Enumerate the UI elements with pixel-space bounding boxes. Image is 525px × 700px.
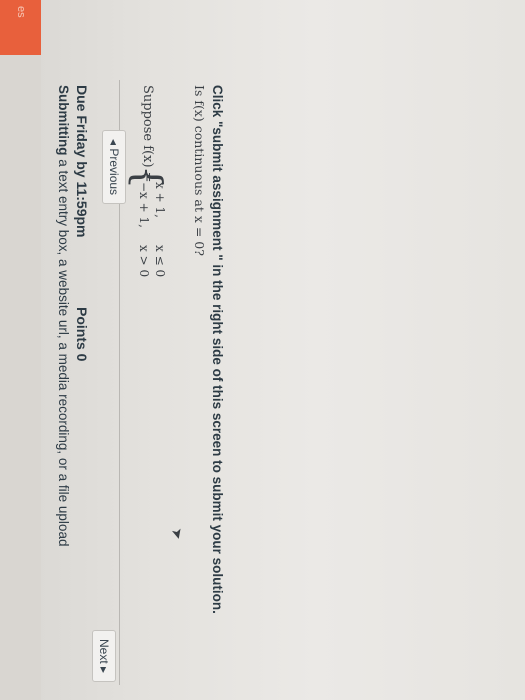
assignment-page: es Due Friday by 11:59pm Points 0 Submit… <box>0 0 525 700</box>
case1-expression: x + 1, <box>153 182 167 218</box>
active-nav-tab[interactable]: es <box>0 0 41 55</box>
points: Points 0 <box>74 307 90 362</box>
case2-condition: x > 0 <box>137 245 151 278</box>
next-button[interactable]: Next ▸ <box>92 630 116 683</box>
course-nav-strip <box>0 0 41 700</box>
submitting-text: a text entry box, a website url, a media… <box>56 155 71 547</box>
submitting-label: Submitting <box>56 85 71 156</box>
mouse-cursor-icon: ➤ <box>168 525 188 542</box>
due-date: Due Friday by 11:59pm <box>74 85 90 238</box>
question-text: Is f(x) continuous at x = 0? <box>192 85 207 256</box>
case2-expression: −x + 1, <box>137 182 151 228</box>
submit-instruction: Click "submit assignment " in the right … <box>210 85 225 614</box>
active-nav-tab-label: es <box>15 6 27 18</box>
submission-types: Submitting a text entry box, a website u… <box>56 85 71 546</box>
case1-condition: x ≤ 0 <box>153 245 167 278</box>
previous-button[interactable]: ◂ Previous <box>102 130 126 205</box>
